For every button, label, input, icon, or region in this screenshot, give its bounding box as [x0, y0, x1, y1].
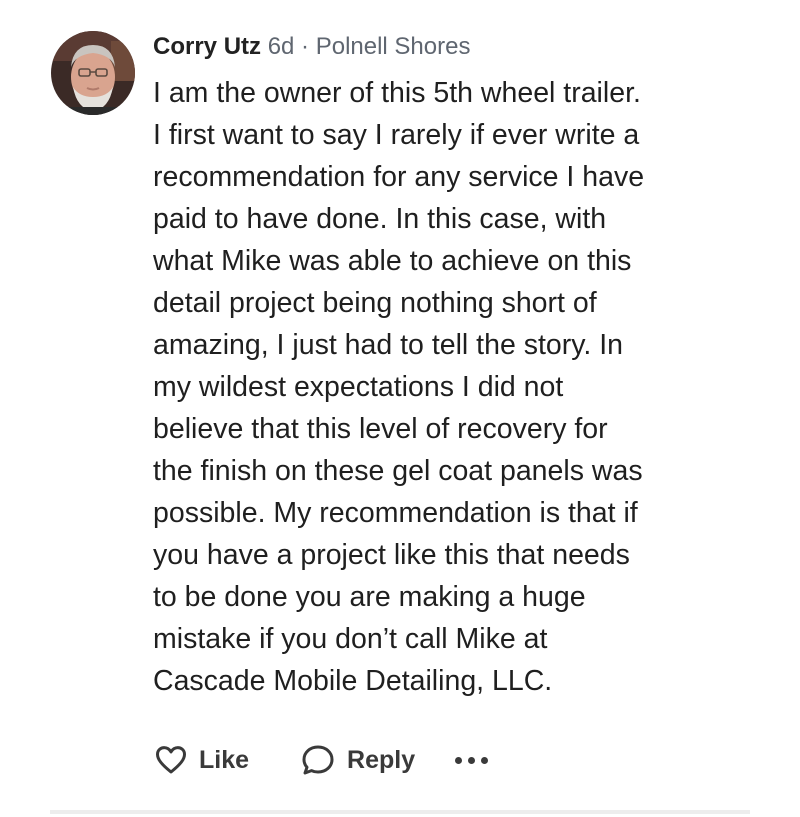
reply-label: Reply — [347, 745, 416, 774]
comment-line: to be done you are making a huge — [153, 581, 586, 613]
more-dots-icon — [455, 756, 463, 764]
comment-actions: Like Reply — [155, 740, 489, 780]
comment-line: you have a project like this that needs — [153, 539, 630, 571]
like-button[interactable]: Like — [155, 745, 249, 775]
avatar[interactable] — [51, 31, 135, 115]
comment-line: paid to have done. In this case, with — [153, 203, 607, 235]
comment-meta: 6d · Polnell Shores — [267, 33, 471, 60]
more-dots-icon — [468, 756, 476, 764]
comment-line: I am the owner of this 5th wheel trailer… — [153, 77, 641, 109]
comment-body: Corry Utz 6d · Polnell Shores I am the o… — [153, 30, 773, 702]
comment-line: possible. My recommendation is that if — [153, 497, 638, 529]
comment-line: believe that this level of recovery for — [153, 413, 608, 445]
comment-line: Cascade Mobile Detailing, LLC. — [153, 665, 553, 697]
more-options-button[interactable] — [455, 740, 489, 780]
comment-line: detail project being nothing short of — [153, 287, 597, 319]
more-dots-icon — [481, 756, 489, 764]
author-name[interactable]: Corry Utz — [153, 33, 261, 60]
comment-line: what Mike was able to achieve on this — [153, 245, 632, 277]
speech-bubble-icon — [302, 745, 334, 775]
comment-line: I first want to say I rarely if ever wri… — [153, 119, 640, 151]
comment-line: recommendation for any service I have — [153, 161, 645, 193]
comment-line: the finish on these gel coat panels was — [153, 455, 643, 487]
heart-outline-icon — [156, 746, 186, 774]
comment-header: Corry Utz 6d · Polnell Shores — [153, 30, 773, 64]
comment-line: amazing, I just had to tell the story. I… — [153, 329, 623, 361]
avatar-photo — [51, 31, 135, 115]
comment-line: my wildest expectations I did not — [153, 371, 564, 403]
like-label: Like — [199, 745, 250, 774]
comment-line: mistake if you don’t call Mike at — [153, 623, 548, 655]
comment: Corry Utz 6d · Polnell Shores I am the o… — [0, 0, 800, 817]
reply-button[interactable]: Reply — [301, 744, 415, 776]
divider — [50, 810, 750, 814]
comment-text: I am the owner of this 5th wheel trailer… — [153, 72, 773, 702]
